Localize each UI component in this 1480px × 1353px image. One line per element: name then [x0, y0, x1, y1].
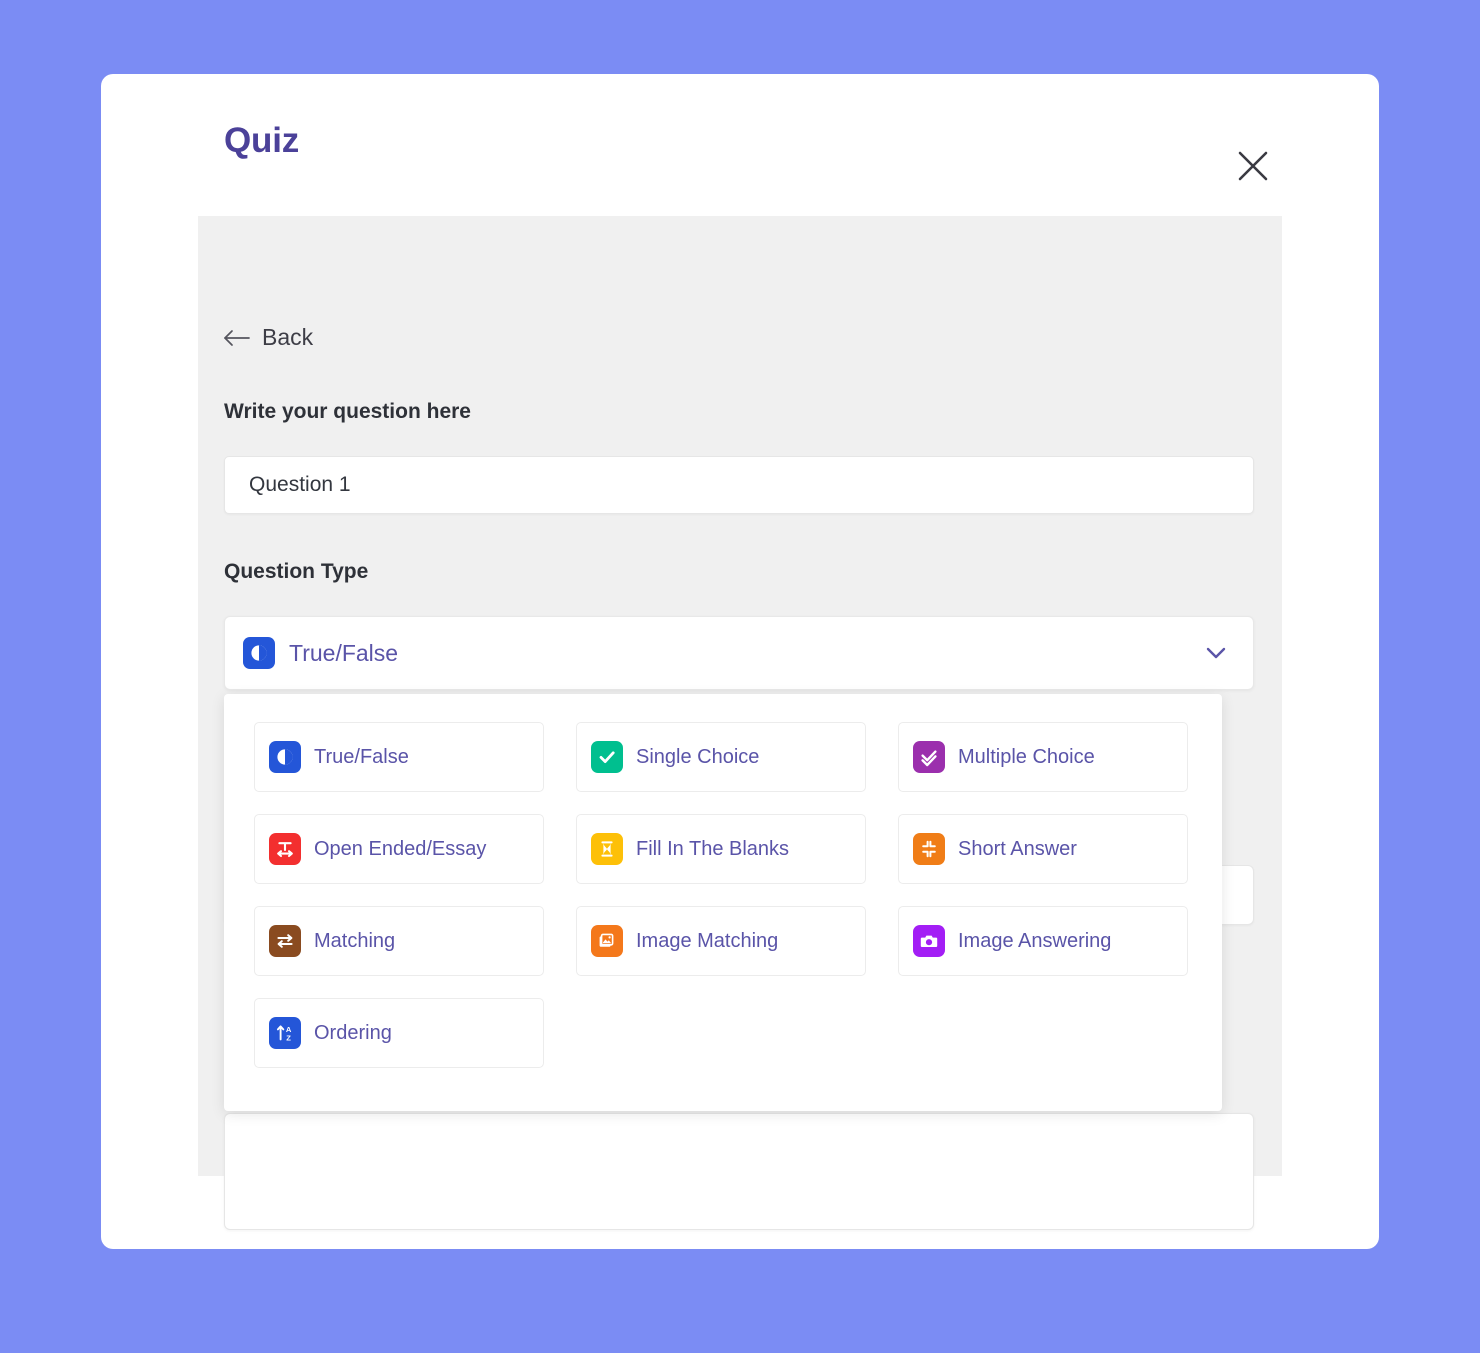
option-image-answering[interactable]: Image Answering — [898, 906, 1188, 976]
option-image-matching[interactable]: Image Matching — [576, 906, 866, 976]
contrast-icon — [269, 741, 301, 773]
svg-text:Z: Z — [286, 1033, 291, 1042]
camera-icon — [913, 925, 945, 957]
close-icon[interactable] — [1233, 146, 1273, 186]
exchange-arrows-icon — [269, 925, 301, 957]
option-label: True/False — [314, 745, 409, 768]
option-ordering[interactable]: A Z Ordering — [254, 998, 544, 1068]
option-multiple-choice[interactable]: Multiple Choice — [898, 722, 1188, 792]
option-fill-in-the-blanks[interactable]: Fill In The Blanks — [576, 814, 866, 884]
check-icon — [591, 741, 623, 773]
page-title: Quiz — [224, 121, 300, 160]
option-short-answer[interactable]: Short Answer — [898, 814, 1188, 884]
option-true-false[interactable]: True/False — [254, 722, 544, 792]
question-type-selected-label: True/False — [289, 639, 399, 666]
question-type-dropdown: True/False Single Choice Multiple Choice… — [224, 694, 1222, 1111]
option-label: Multiple Choice — [958, 745, 1095, 768]
chevron-down-icon[interactable] — [1201, 638, 1231, 668]
question-field-label: Write your question here — [224, 400, 471, 423]
question-input[interactable]: Question 1 — [224, 456, 1254, 514]
question-type-option-grid: True/False Single Choice Multiple Choice… — [254, 722, 1192, 1068]
contrast-icon — [243, 637, 275, 669]
hourglass-icon — [591, 833, 623, 865]
option-label: Fill In The Blanks — [636, 837, 790, 860]
question-type-select[interactable]: True/False — [224, 616, 1254, 690]
modal-header: Quiz — [101, 74, 1379, 218]
sort-alpha-up-icon: A Z — [269, 1017, 301, 1049]
question-type-label: Question Type — [224, 560, 369, 583]
option-label: Ordering — [314, 1021, 392, 1044]
question-editor-panel: Back Write your question here Question 1… — [198, 216, 1282, 1230]
option-open-ended-essay[interactable]: Open Ended/Essay — [254, 814, 544, 884]
option-matching[interactable]: Matching — [254, 906, 544, 976]
option-label: Single Choice — [636, 745, 760, 768]
option-label: Image Matching — [636, 929, 779, 952]
hidden-answer-area — [224, 1113, 1254, 1230]
option-label: Short Answer — [958, 837, 1077, 860]
option-label: Matching — [314, 929, 396, 952]
question-type-selected-value: True/False — [243, 637, 1201, 669]
back-label: Back — [262, 324, 314, 350]
option-label: Open Ended/Essay — [314, 837, 487, 860]
double-check-icon — [913, 741, 945, 773]
arrow-left-icon — [223, 329, 251, 347]
back-button[interactable]: Back — [223, 324, 313, 351]
compress-arrows-icon — [913, 833, 945, 865]
images-icon — [591, 925, 623, 957]
text-width-icon — [269, 833, 301, 865]
option-single-choice[interactable]: Single Choice — [576, 722, 866, 792]
option-label: Image Answering — [958, 929, 1112, 952]
quiz-modal: Quiz Back Write your question here Quest… — [101, 74, 1379, 1249]
